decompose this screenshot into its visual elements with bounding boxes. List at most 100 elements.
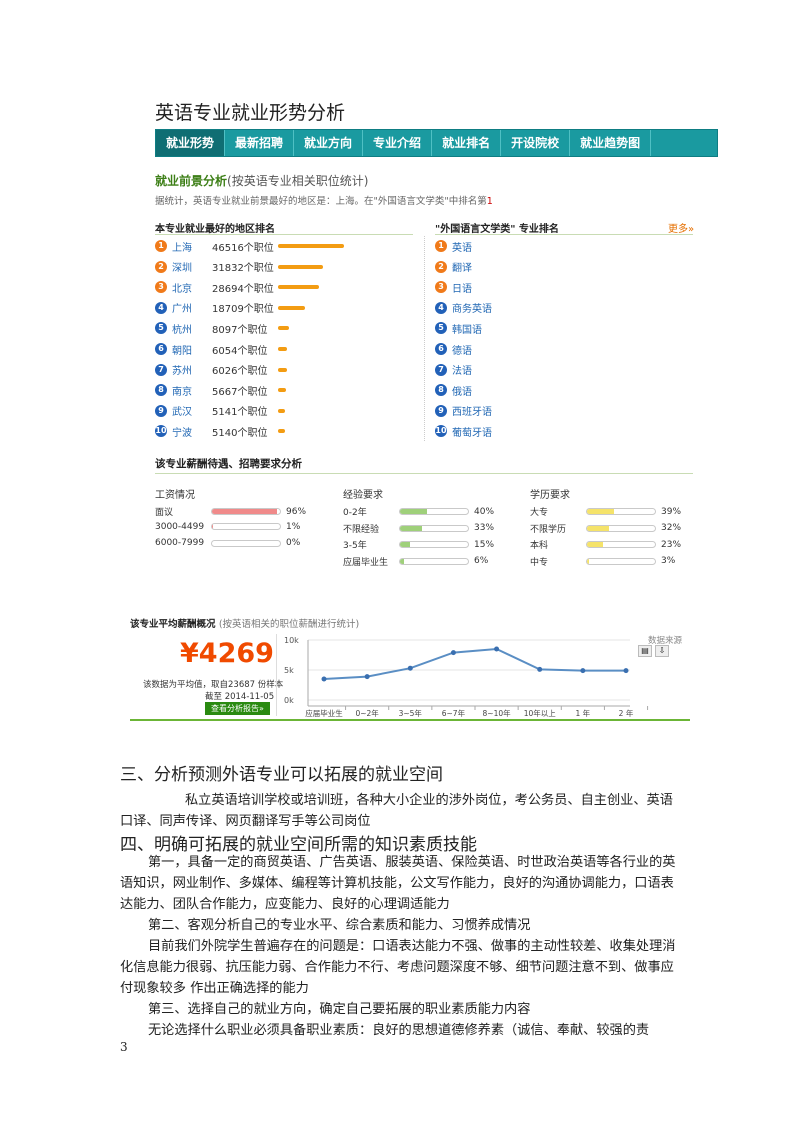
data-point	[494, 646, 500, 652]
avg-salary-heading: 该专业平均薪酬概况 (按英语相关的职位薪酬进行统计)	[130, 616, 359, 630]
major-name[interactable]: 韩国语	[452, 321, 482, 336]
region-count: 5140个职位	[212, 427, 268, 439]
rank-badge: 6	[435, 343, 447, 355]
major-name[interactable]: 法语	[452, 362, 472, 377]
major-row: 3 日语	[435, 280, 472, 295]
major-row: 7 法语	[435, 363, 472, 377]
major-name[interactable]: 商务英语	[452, 300, 492, 315]
section4-para3: 目前我们外院学生普遍存在的问题是：口语表达能力不强、做事的主动性较差、收集处理消…	[120, 939, 676, 996]
major-name[interactable]: 西班牙语	[452, 403, 492, 418]
major-row: 2 翻译	[435, 260, 472, 274]
experience-pct: 15%	[474, 539, 495, 550]
data-point	[321, 676, 327, 682]
avg-heading-text: 该专业平均薪酬概况	[130, 619, 216, 630]
region-city[interactable]: 杭州	[172, 321, 212, 336]
region-city[interactable]: 北京	[172, 280, 212, 295]
x-tick-label: 1 年	[576, 708, 591, 718]
salary-trend-chart: 10k 5k 0k 应届毕业生 0~2年 3~5年 6~7年 8~10年 10年以上 1 年 2 年	[284, 636, 649, 718]
education-bar-track	[586, 508, 656, 515]
rank-badge: 2	[155, 260, 167, 273]
experience-label: 不限经验	[343, 524, 380, 535]
x-tick-label: 0~2年	[355, 708, 379, 718]
data-point	[364, 674, 370, 680]
nav-tab[interactable]: 专业介绍	[363, 130, 433, 156]
education-bar-fill	[587, 558, 590, 564]
major-row: 1 英语	[435, 239, 472, 254]
education-bar-track	[586, 541, 656, 548]
rank-badge: 10	[155, 425, 167, 438]
education-bar-fill	[587, 542, 603, 547]
experience-pct: 40%	[474, 506, 495, 517]
salary-pct: 1%	[286, 521, 301, 532]
region-city[interactable]: 武汉	[172, 403, 212, 418]
regions-divider	[155, 234, 413, 235]
major-name[interactable]: 英语	[452, 239, 472, 254]
download-icon[interactable]: ⇩	[655, 645, 669, 657]
region-count: 46516个职位	[212, 242, 274, 254]
education-label: 不限学历	[530, 524, 567, 535]
y-tick-label: 5k	[284, 666, 294, 675]
region-row: 10 宁波 5140个职位	[155, 424, 286, 439]
salary-bar-track	[211, 523, 281, 530]
more-link[interactable]: 更多»	[668, 220, 694, 235]
education-pct: 32%	[661, 523, 682, 533]
region-row: 5 杭州 8097个职位	[155, 321, 290, 336]
experience-row: 0-2年 40%	[343, 505, 495, 519]
nav-tab[interactable]: 开设院校	[501, 130, 571, 156]
region-city[interactable]: 深圳	[172, 259, 212, 274]
region-city[interactable]: 南京	[172, 383, 212, 398]
x-tick-label: 3~5年	[399, 708, 423, 718]
region-city[interactable]: 朝阳	[172, 342, 212, 357]
nav-tab[interactable]: 就业趋势图	[570, 130, 652, 156]
view-report-button[interactable]: 查看分析报告»	[205, 702, 270, 715]
nav-tab[interactable]: 就业排名	[432, 130, 502, 156]
region-city[interactable]: 广州	[172, 300, 212, 315]
salary-bar-fill	[212, 524, 213, 529]
salary-label: 6000-7999	[155, 538, 205, 548]
education-pct: 3%	[661, 556, 676, 566]
prospect-heading-text: 就业前景分析	[155, 174, 228, 188]
education-label: 大专	[530, 508, 549, 518]
major-row: 5 韩国语	[435, 321, 482, 336]
region-bar	[278, 264, 324, 269]
education-row: 本科 23%	[530, 538, 682, 552]
y-tick-label: 10k	[284, 636, 299, 645]
major-name[interactable]: 翻译	[452, 259, 472, 274]
prospect-note-text: 据统计，英语专业就业前景最好的地区是：上海。在"外国语言文学类"中排名第	[155, 196, 487, 207]
major-name[interactable]: 葡萄牙语	[452, 424, 492, 439]
region-city[interactable]: 宁波	[172, 424, 212, 439]
data-point	[580, 668, 586, 674]
majors-divider	[435, 234, 693, 235]
region-row: 1 上海 46516个职位	[155, 239, 344, 254]
education-pct: 39%	[661, 506, 682, 517]
major-name[interactable]: 德语	[452, 342, 472, 357]
education-pct: 23%	[661, 539, 682, 550]
nav-bar: 就业形势 最新招聘 就业方向 专业介绍 就业排名 开设院校 就业趋势图	[155, 129, 718, 157]
experience-bar-fill	[400, 525, 423, 531]
education-row: 不限学历 32%	[530, 522, 681, 535]
avg-bottom-line	[130, 719, 690, 721]
region-bar	[278, 367, 287, 372]
region-city[interactable]: 上海	[172, 239, 212, 254]
region-bar	[278, 326, 290, 331]
rank-badge: 6	[155, 343, 167, 355]
nav-tab[interactable]: 就业方向	[294, 130, 364, 156]
salary-label: 3000-4499	[155, 521, 205, 532]
nav-tab[interactable]: 最新招聘	[225, 130, 295, 156]
region-city[interactable]: 苏州	[172, 362, 212, 377]
x-tick-label: 10年以上	[524, 708, 557, 718]
education-row: 大专 39%	[530, 505, 682, 519]
page-number: 3	[120, 1040, 128, 1054]
major-name[interactable]: 俄语	[452, 383, 472, 398]
regions-heading: 本专业就业最好的地区排名	[155, 224, 275, 235]
section3-heading: 三、分析预测外语专业可以拓展的就业空间	[120, 765, 443, 785]
x-tick-label: 2 年	[619, 708, 634, 718]
print-icon[interactable]: ▤	[638, 645, 652, 657]
avg-divider	[276, 634, 277, 716]
rank-badge: 4	[155, 301, 167, 314]
nav-tab[interactable]: 就业形势	[156, 130, 226, 156]
education-bar-track	[586, 524, 656, 532]
region-row: 8 南京 5667个职位	[155, 383, 287, 398]
major-name[interactable]: 日语	[452, 280, 472, 295]
section4-para4: 第三、选择自己的就业方向，确定自己要拓展的职业素质能力内容	[148, 1002, 531, 1017]
